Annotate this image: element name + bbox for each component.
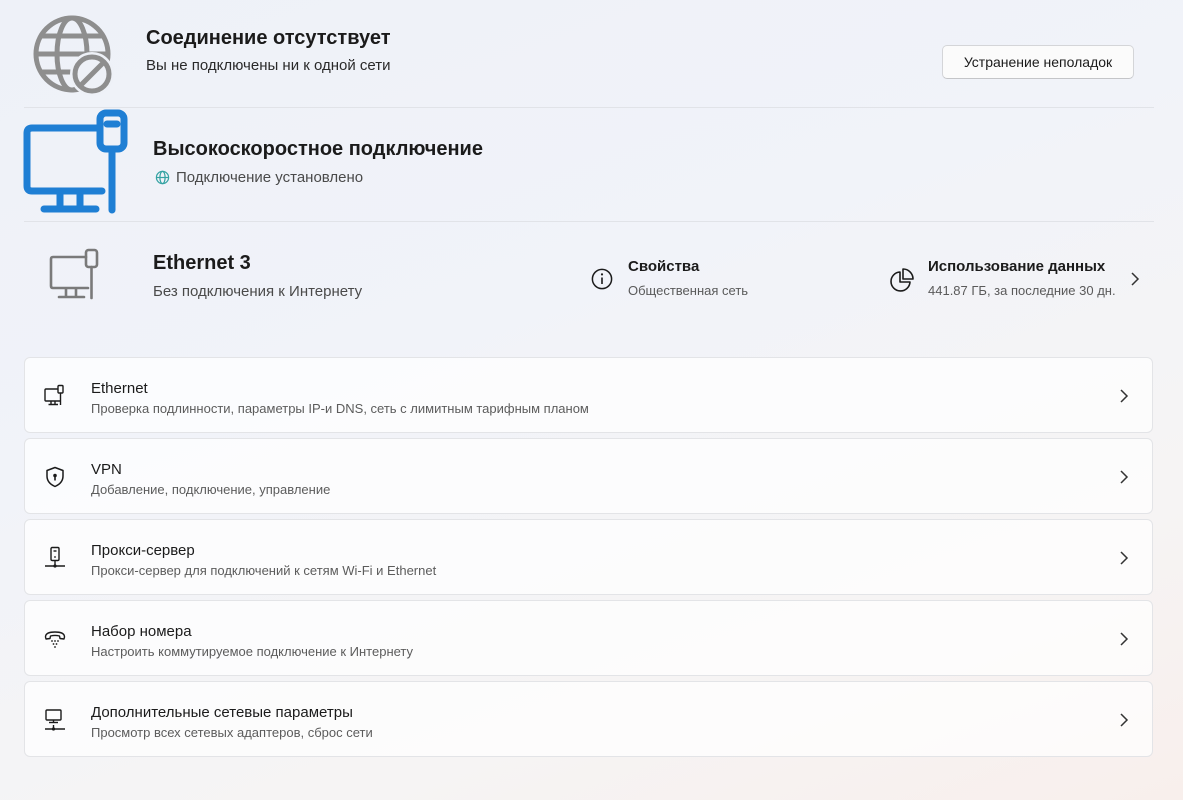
high-speed-connection-status-text: Подключение установлено (176, 169, 364, 186)
chevron-right-icon (1120, 470, 1129, 484)
pie-chart-icon (890, 268, 914, 292)
no-connection-subtitle: Вы не подключены ни к одной сети (146, 57, 391, 74)
settings-item-subtitle: Настроить коммутируемое подключение к Ин… (91, 644, 414, 659)
settings-item-vpn[interactable]: VPN Добавление, подключение, управление (24, 438, 1153, 514)
settings-item-proxy[interactable]: Прокси-сервер Прокси-сервер для подключе… (24, 519, 1153, 595)
properties-subtitle: Общественная сеть (628, 283, 749, 298)
settings-item-title: Набор номера (91, 623, 192, 640)
ethernet3-subtitle: Без подключения к Интернету (153, 283, 363, 300)
dial-up-phone-icon (44, 631, 66, 648)
chevron-right-icon (1120, 551, 1129, 565)
data-usage-link[interactable]: Использование данных 441.87 ГБ, за после… (889, 258, 1145, 302)
settings-item-advanced-network[interactable]: Дополнительные сетевые параметры Просмот… (24, 681, 1153, 757)
settings-item-title: Ethernet (91, 380, 148, 397)
monitor-ethernet-icon (49, 248, 99, 300)
ethernet-icon (44, 384, 64, 406)
monitor-ethernet-icon (23, 109, 128, 214)
globe-disabled-icon (33, 15, 114, 96)
chevron-right-icon (1131, 272, 1140, 286)
settings-item-title: Прокси-сервер (91, 542, 195, 559)
properties-link[interactable]: Свойства Общественная сеть (590, 258, 748, 302)
divider (24, 107, 1154, 108)
properties-title: Свойства (628, 258, 700, 275)
settings-item-subtitle: Просмотр всех сетевых адаптеров, сброс с… (91, 725, 373, 740)
divider (24, 221, 1154, 222)
settings-item-dial-up[interactable]: Набор номера Настроить коммутируемое под… (24, 600, 1153, 676)
proxy-server-icon (45, 546, 65, 568)
settings-item-subtitle: Прокси-сервер для подключений к сетям Wi… (91, 563, 437, 578)
shield-icon (46, 466, 64, 488)
settings-item-ethernet[interactable]: Ethernet Проверка подлинности, параметры… (24, 357, 1153, 433)
chevron-right-icon (1120, 713, 1129, 727)
settings-item-title: VPN (91, 461, 122, 478)
data-usage-title: Использование данных (928, 258, 1106, 275)
settings-item-subtitle: Проверка подлинности, параметры IP-и DNS… (91, 401, 589, 416)
chevron-right-icon (1120, 389, 1129, 403)
data-usage-subtitle: 441.87 ГБ, за последние 30 дн. (928, 283, 1116, 298)
network-settings-list: Ethernet Проверка подлинности, параметры… (24, 357, 1153, 762)
settings-item-subtitle: Добавление, подключение, управление (91, 482, 331, 497)
troubleshoot-button[interactable]: Устранение неполадок (942, 45, 1134, 79)
network-adapters-icon (45, 709, 65, 731)
chevron-right-icon (1120, 632, 1129, 646)
settings-item-title: Дополнительные сетевые параметры (91, 704, 353, 721)
ethernet3-title: Ethernet 3 (153, 252, 251, 274)
high-speed-connection-title: Высокоскоростное подключение (153, 138, 483, 160)
info-icon (591, 268, 613, 290)
high-speed-connection-status: Подключение установлено (155, 169, 363, 186)
no-connection-title: Соединение отсутствует (146, 27, 391, 49)
globe-icon (155, 170, 170, 185)
